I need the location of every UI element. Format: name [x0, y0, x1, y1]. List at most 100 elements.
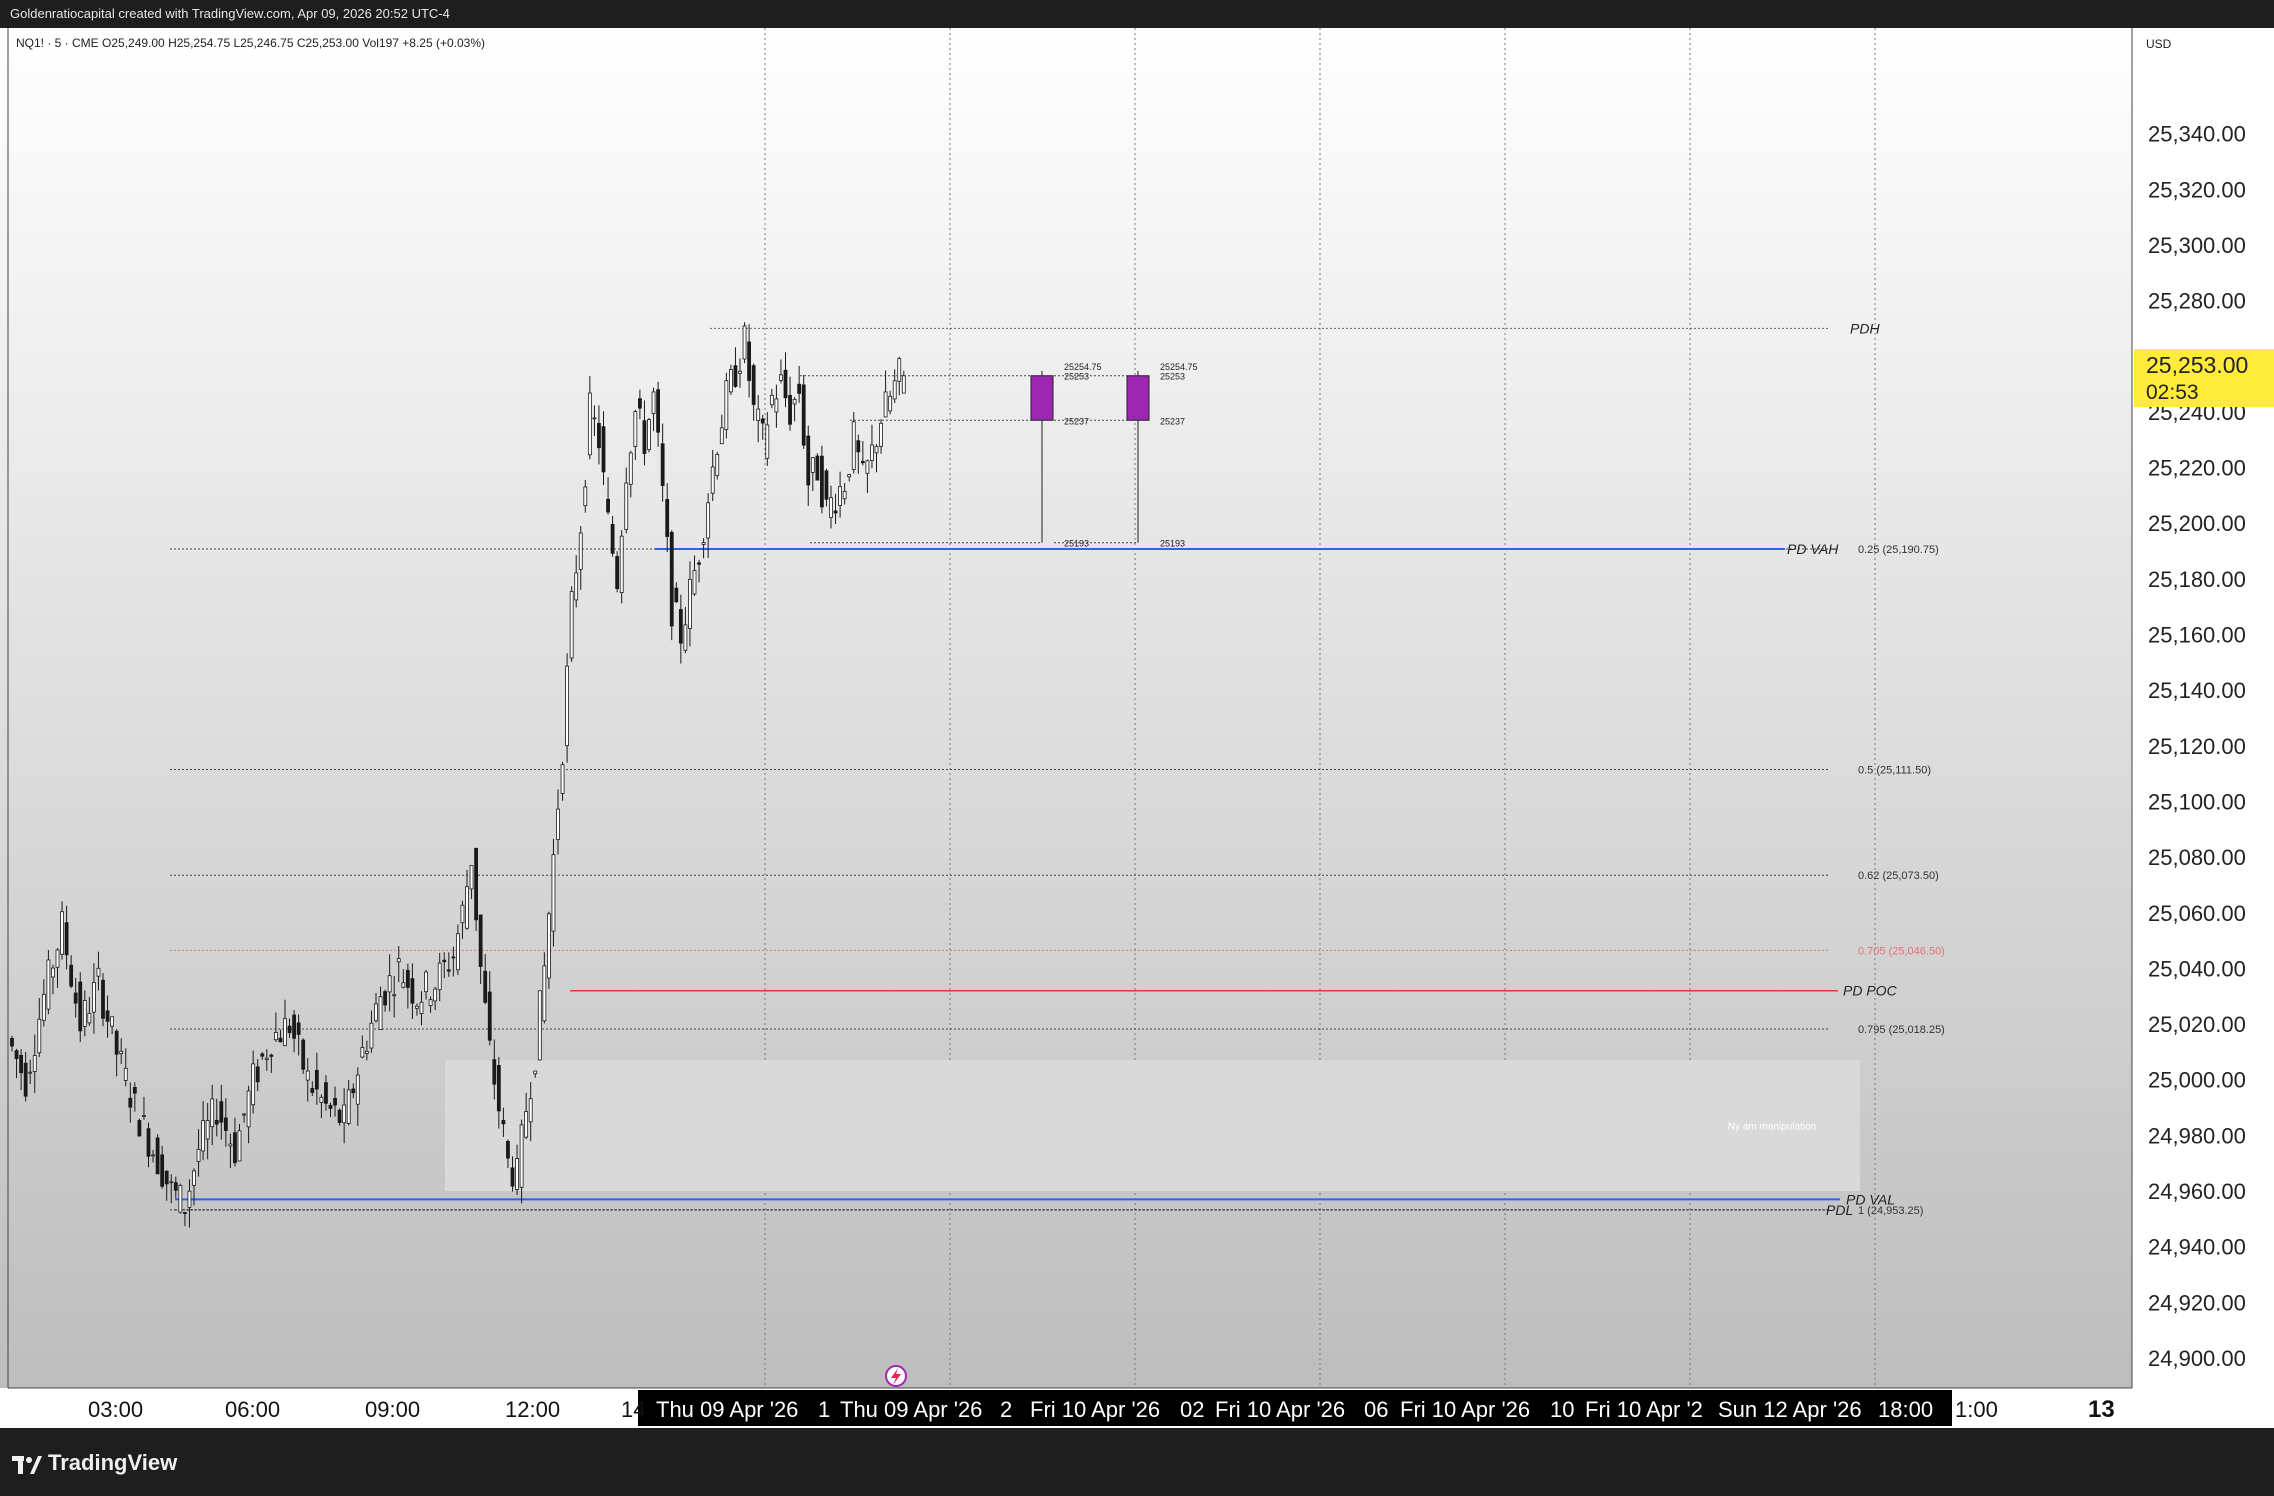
- candle-body: [419, 1001, 424, 1014]
- candle-body: [492, 1059, 497, 1085]
- symbol-legend[interactable]: NQ1! · 5 · CME O25,249.00 H25,254.75 L25…: [16, 36, 485, 50]
- candle-body: [396, 958, 401, 963]
- candle-body: [41, 993, 46, 1021]
- candle-body: [283, 1018, 287, 1046]
- candle-body: [583, 486, 588, 507]
- candle-body: [606, 498, 610, 513]
- candle-body: [96, 967, 101, 977]
- price-chart[interactable]: Ny am manipulation 0.25 (25,190.75) 0.5 (…: [0, 28, 2274, 1428]
- time-tick-label: 03:00: [88, 1397, 143, 1422]
- fib-label: 0.795 (25,018.25): [1858, 1024, 1945, 1036]
- candle-body: [897, 358, 902, 382]
- candle-body: [182, 1212, 187, 1214]
- candle-body: [697, 562, 701, 565]
- price-tick-label: 25,200.00: [2148, 511, 2246, 536]
- candle-body: [73, 992, 78, 1004]
- candle-body: [669, 531, 674, 627]
- candle-body: [901, 375, 906, 394]
- candle-body: [660, 443, 665, 486]
- candle-body: [824, 470, 829, 500]
- price-tick-label: 24,980.00: [2148, 1123, 2246, 1148]
- price-tick-label: 25,280.00: [2148, 289, 2246, 314]
- level-label: PDH: [1850, 320, 1880, 336]
- candle-body: [196, 1148, 201, 1162]
- candle-body: [319, 1096, 324, 1103]
- candle-body: [638, 398, 642, 409]
- candle-body: [387, 975, 392, 993]
- projection-price-label: 25193: [1160, 539, 1185, 549]
- candle-body: [815, 455, 820, 481]
- chart-panel[interactable]: Ny am manipulation 0.25 (25,190.75) 0.5 (…: [0, 28, 2274, 1428]
- candle-body: [801, 384, 806, 446]
- candle-body: [128, 1097, 133, 1108]
- time-tick-label: 14: [621, 1397, 645, 1422]
- fib-label: 0.25 (25,190.75): [1858, 544, 1939, 556]
- candle-body: [383, 991, 388, 1006]
- attribution-bar: Goldenratiocapital created with TradingV…: [0, 0, 2274, 28]
- tradingview-logo[interactable]: TradingView: [12, 1450, 177, 1476]
- candle-body: [346, 1089, 351, 1124]
- price-tick-label: 25,020.00: [2148, 1012, 2246, 1037]
- candle-body: [651, 391, 656, 414]
- candle-body: [178, 1185, 183, 1213]
- candle-body: [278, 1037, 283, 1043]
- candle-body: [619, 535, 624, 593]
- candle-body: [865, 460, 870, 474]
- candle-body: [528, 1098, 533, 1123]
- candle-body: [374, 1003, 378, 1022]
- candle-body: [246, 1090, 251, 1128]
- candle-body: [310, 1088, 315, 1093]
- candle-body: [833, 510, 838, 514]
- time-tick-label: 1:00: [1955, 1397, 1998, 1422]
- fib-label: 0.5 (25,111.50): [1858, 764, 1931, 776]
- time-tick-label: Fri 10 Apr '26: [1215, 1397, 1345, 1422]
- candle-body: [888, 395, 893, 412]
- candle-body: [51, 967, 55, 978]
- candle-body: [333, 1097, 337, 1106]
- candle-body: [683, 624, 688, 651]
- candle-body: [55, 949, 60, 968]
- candle-body: [424, 971, 428, 993]
- manipulation-zone: Ny am manipulation: [445, 1060, 1860, 1192]
- candle-body: [710, 466, 715, 494]
- candle-body: [633, 411, 638, 447]
- candle-body: [287, 1025, 292, 1034]
- candle-body: [433, 988, 438, 1002]
- lightning-icon[interactable]: [885, 1365, 907, 1387]
- candle-body: [533, 1070, 538, 1075]
- projection-price-label: 25193: [1064, 539, 1089, 549]
- candle-body: [788, 395, 792, 425]
- price-tick-label: 25,340.00: [2148, 122, 2246, 147]
- time-tick-label: Sun 12 Apr '26: [1718, 1397, 1862, 1422]
- candle-body: [806, 435, 811, 486]
- price-tick-label: 25,160.00: [2148, 623, 2246, 648]
- time-tick-label: 10: [1550, 1397, 1574, 1422]
- candle-body: [738, 370, 742, 374]
- candle-body: [879, 422, 883, 447]
- candle-body: [64, 922, 69, 956]
- tradingview-brand: TradingView: [48, 1450, 178, 1475]
- time-tick-label: 06:00: [225, 1397, 280, 1422]
- time-tick-label: 1: [818, 1397, 830, 1422]
- time-axis-end-label: 13: [2088, 1396, 2115, 1423]
- candle-body: [233, 1132, 237, 1164]
- candle-body: [187, 1190, 192, 1208]
- candle-body: [474, 847, 479, 921]
- candle-body: [856, 440, 861, 453]
- candle-body: [137, 1120, 142, 1137]
- candle-body: [301, 1039, 306, 1070]
- candle-body: [838, 486, 842, 506]
- time-tick-label: Thu 09 Apr '26: [840, 1397, 982, 1422]
- price-tick-label: 25,180.00: [2148, 567, 2246, 592]
- projection-body: [1126, 375, 1150, 421]
- candle-body: [519, 1124, 524, 1188]
- candle-body: [142, 1115, 146, 1117]
- candle-body: [132, 1087, 137, 1094]
- candle-body: [46, 959, 51, 1010]
- candle-body: [442, 959, 447, 963]
- time-tick-label: 18:00: [1878, 1397, 1933, 1422]
- candle-body: [337, 1109, 342, 1123]
- candle-body: [656, 389, 660, 433]
- candle-body: [719, 427, 724, 445]
- candle-body: [478, 914, 483, 967]
